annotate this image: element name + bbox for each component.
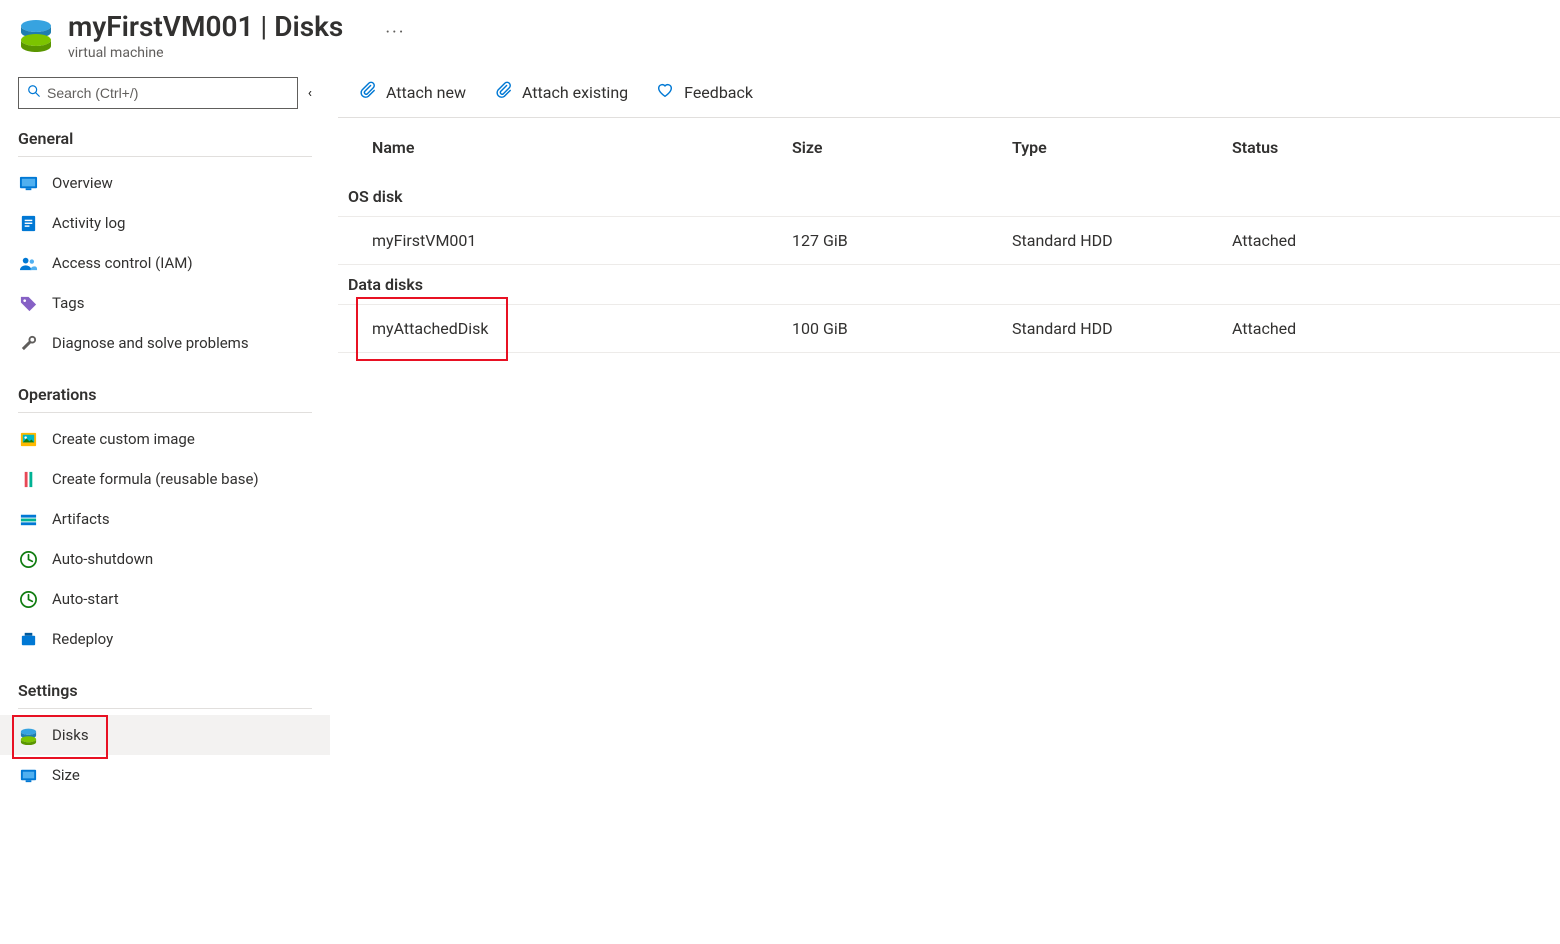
cell-type: Standard HDD — [998, 217, 1218, 265]
feedback-button[interactable]: Feedback — [656, 81, 753, 103]
group-label: OS disk — [338, 177, 1560, 217]
table-row[interactable]: myAttachedDisk 100 GiB Standard HDD Atta… — [338, 305, 1560, 353]
image-icon — [18, 429, 38, 449]
sidebar-item-label: Create custom image — [52, 430, 195, 448]
log-icon — [18, 213, 38, 233]
section-operations-label: Operations — [0, 379, 330, 412]
toolbar: Attach new Attach existing Feedback — [338, 63, 1560, 118]
sidebar-item-auto-shutdown[interactable]: Auto-shutdown — [0, 539, 330, 579]
size-icon — [18, 765, 38, 785]
paperclip-icon — [358, 81, 376, 103]
title-separator: | — [260, 10, 267, 43]
sidebar-item-label: Disks — [52, 726, 89, 744]
vm-disk-icon — [18, 16, 54, 56]
resource-type-label: virtual machine — [68, 45, 343, 61]
tag-icon — [18, 293, 38, 313]
column-header-status[interactable]: Status — [1218, 118, 1560, 177]
collapse-sidebar-button[interactable]: ‹‹ — [308, 86, 312, 101]
formula-icon — [18, 469, 38, 489]
column-header-name[interactable]: Name — [338, 118, 778, 177]
section-general-label: General — [0, 123, 330, 156]
paperclip-icon — [494, 81, 512, 103]
cell-type: Standard HDD — [998, 305, 1218, 353]
divider — [18, 708, 312, 709]
section-name: Disks — [274, 10, 343, 43]
table-row[interactable]: myFirstVM001 127 GiB Standard HDD Attach… — [338, 217, 1560, 265]
heart-icon — [656, 81, 674, 103]
cell-name: myAttachedDisk — [338, 305, 778, 353]
main-content: Attach new Attach existing Feedback Name — [330, 63, 1560, 944]
sidebar-item-access-control[interactable]: Access control (IAM) — [0, 243, 330, 283]
page-header: myFirstVM001 | Disks virtual machine ··· — [0, 0, 1560, 63]
group-os-disk: OS disk — [338, 177, 1560, 217]
cell-status: Attached — [1218, 217, 1560, 265]
page-title: myFirstVM001 | Disks — [68, 10, 343, 43]
button-label: Feedback — [684, 83, 753, 102]
artifacts-icon — [18, 509, 38, 529]
sidebar-item-create-custom-image[interactable]: Create custom image — [0, 419, 330, 459]
group-data-disks: Data disks — [338, 265, 1560, 305]
sidebar-item-artifacts[interactable]: Artifacts — [0, 499, 330, 539]
divider — [18, 412, 312, 413]
resource-name: myFirstVM001 — [68, 10, 253, 43]
cell-name: myFirstVM001 — [338, 217, 778, 265]
column-header-type[interactable]: Type — [998, 118, 1218, 177]
column-header-size[interactable]: Size — [778, 118, 998, 177]
sidebar-item-disks[interactable]: Disks — [0, 715, 330, 755]
redeploy-icon — [18, 629, 38, 649]
sidebar-item-auto-start[interactable]: Auto-start — [0, 579, 330, 619]
attach-existing-button[interactable]: Attach existing — [494, 81, 628, 103]
sidebar-item-size[interactable]: Size — [0, 755, 330, 795]
search-icon — [27, 84, 41, 102]
sidebar-search[interactable] — [18, 77, 298, 109]
sidebar-item-diagnose[interactable]: Diagnose and solve problems — [0, 323, 330, 363]
sidebar-item-label: Artifacts — [52, 510, 110, 528]
monitor-icon — [18, 173, 38, 193]
disk-icon — [18, 725, 38, 745]
cell-status: Attached — [1218, 305, 1560, 353]
group-label: Data disks — [338, 265, 1560, 305]
more-actions-button[interactable]: ··· — [385, 10, 405, 43]
search-input[interactable] — [47, 85, 289, 101]
sidebar-item-create-formula[interactable]: Create formula (reusable base) — [0, 459, 330, 499]
wrench-icon — [18, 333, 38, 353]
cell-size: 127 GiB — [778, 217, 998, 265]
disks-table: Name Size Type Status OS disk myFirstVM0… — [338, 118, 1560, 353]
sidebar-item-label: Auto-shutdown — [52, 550, 153, 568]
sidebar-item-label: Diagnose and solve problems — [52, 334, 249, 352]
clock-icon — [18, 589, 38, 609]
sidebar-item-tags[interactable]: Tags — [0, 283, 330, 323]
sidebar-item-label: Auto-start — [52, 590, 119, 608]
button-label: Attach existing — [522, 83, 628, 102]
section-settings-label: Settings — [0, 675, 330, 708]
sidebar-item-label: Activity log — [52, 214, 125, 232]
sidebar: ‹‹ General Overview Activity log Access … — [0, 63, 330, 944]
sidebar-item-overview[interactable]: Overview — [0, 163, 330, 203]
sidebar-item-activity-log[interactable]: Activity log — [0, 203, 330, 243]
sidebar-item-label: Size — [52, 766, 80, 784]
sidebar-item-label: Overview — [52, 174, 113, 192]
sidebar-item-label: Tags — [52, 294, 84, 312]
button-label: Attach new — [386, 83, 466, 102]
sidebar-item-label: Access control (IAM) — [52, 254, 193, 272]
people-icon — [18, 253, 38, 273]
sidebar-item-redeploy[interactable]: Redeploy — [0, 619, 330, 659]
cell-size: 100 GiB — [778, 305, 998, 353]
sidebar-item-label: Create formula (reusable base) — [52, 470, 259, 488]
divider — [18, 156, 312, 157]
attach-new-button[interactable]: Attach new — [358, 81, 466, 103]
sidebar-item-label: Redeploy — [52, 630, 113, 648]
clock-icon — [18, 549, 38, 569]
table-header-row: Name Size Type Status — [338, 118, 1560, 177]
